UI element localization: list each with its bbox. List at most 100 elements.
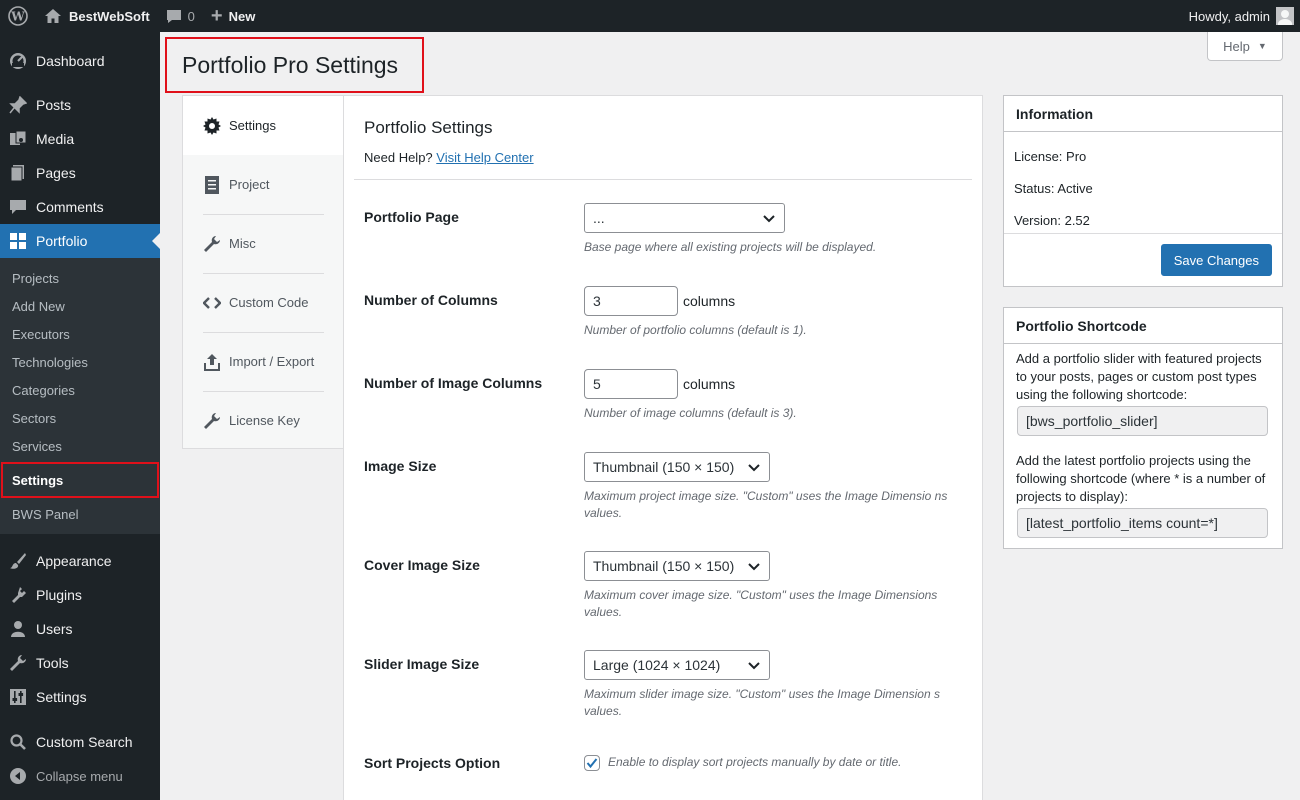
- box-heading: Portfolio Shortcode: [1004, 308, 1282, 344]
- wrench-icon: [203, 235, 221, 253]
- select-value: ...: [593, 210, 605, 226]
- svg-text:W: W: [10, 10, 25, 24]
- site-name-link[interactable]: BestWebSoft: [36, 0, 158, 32]
- wrench-icon: [203, 412, 221, 430]
- submenu-projects[interactable]: Projects: [0, 264, 160, 292]
- tab-import-export[interactable]: Import / Export: [183, 332, 344, 391]
- portfolio-submenu: Projects Add New Executors Technologies …: [0, 258, 160, 534]
- field-description: Maximum slider image size. "Custom" uses…: [584, 687, 940, 718]
- submenu-add-new[interactable]: Add New: [0, 292, 160, 320]
- field-description: Maximum cover image size. "Custom" uses …: [584, 588, 938, 619]
- account-menu[interactable]: Howdy, admin: [1181, 0, 1300, 32]
- menu-appearance[interactable]: Appearance: [0, 544, 160, 578]
- version-line: Version: 2.52: [1014, 212, 1090, 228]
- new-content-link[interactable]: + New: [203, 0, 263, 32]
- menu-users[interactable]: Users: [0, 612, 160, 646]
- field-description: Number of image columns (default is 3).: [584, 406, 797, 420]
- image-columns-input[interactable]: 5: [584, 369, 678, 399]
- save-changes-button[interactable]: Save Changes: [1160, 244, 1272, 276]
- select-value: Large (1024 × 1024): [593, 657, 721, 673]
- submenu-sectors[interactable]: Sectors: [0, 404, 160, 432]
- collapse-menu[interactable]: Collapse menu: [0, 759, 160, 793]
- admin-sidebar: Dashboard Posts Media Pages Comments Por…: [0, 32, 160, 800]
- menu-tools[interactable]: Tools: [0, 646, 160, 680]
- tab-settings[interactable]: Settings: [183, 96, 345, 155]
- tab-misc[interactable]: Misc: [183, 214, 344, 273]
- media-icon: [8, 129, 28, 149]
- plus-icon: +: [210, 5, 223, 27]
- cover-size-select[interactable]: Thumbnail (150 × 150): [584, 551, 770, 581]
- menu-posts[interactable]: Posts: [0, 88, 160, 122]
- help-center-link[interactable]: Visit Help Center: [436, 150, 533, 165]
- sort-projects-checkbox[interactable]: [584, 754, 600, 771]
- field-label: Cover Image Size: [364, 557, 480, 573]
- tab-project[interactable]: Project: [183, 155, 344, 214]
- columns-input[interactable]: 3: [584, 286, 678, 316]
- submenu-categories[interactable]: Categories: [0, 376, 160, 404]
- wordpress-logo-icon[interactable]: W: [0, 0, 36, 32]
- comment-icon: [8, 197, 28, 217]
- settings-tabs: Settings Project Misc Custom Code Import…: [182, 95, 345, 450]
- tab-license-key[interactable]: License Key: [183, 391, 344, 450]
- settings-panel: Portfolio Settings Need Help? Visit Help…: [343, 95, 983, 800]
- gear-icon: [203, 116, 221, 135]
- menu-plugins[interactable]: Plugins: [0, 578, 160, 612]
- brush-icon: [8, 551, 28, 571]
- menu-settings[interactable]: Settings: [0, 680, 160, 714]
- field-description: Number of portfolio columns (default is …: [584, 323, 807, 337]
- caret-down-icon: ▼: [1257, 41, 1267, 51]
- menu-label: Users: [36, 621, 73, 637]
- help-button[interactable]: Help ▼: [1207, 32, 1283, 61]
- wrench-icon: [8, 653, 28, 673]
- slider-shortcode-field[interactable]: [bws_portfolio_slider]: [1017, 406, 1268, 436]
- slider-size-select[interactable]: Large (1024 × 1024): [584, 650, 770, 680]
- submenu-services[interactable]: Services: [0, 432, 160, 460]
- menu-pages[interactable]: Pages: [0, 156, 160, 190]
- submenu-executors[interactable]: Executors: [0, 320, 160, 348]
- box-heading: Information: [1004, 96, 1282, 132]
- menu-portfolio[interactable]: Portfolio: [0, 224, 160, 258]
- new-label: New: [228, 8, 256, 24]
- field-label: Number of Columns: [364, 292, 498, 308]
- submenu-bws-panel[interactable]: BWS Panel: [0, 500, 160, 528]
- portfolio-page-select[interactable]: ...: [584, 203, 785, 233]
- menu-label: Portfolio: [36, 233, 88, 249]
- comments-link[interactable]: 0: [158, 0, 203, 32]
- tab-label: Settings: [229, 118, 276, 133]
- menu-label: Plugins: [36, 587, 82, 603]
- menu-media[interactable]: Media: [0, 122, 160, 156]
- pages-icon: [8, 163, 28, 183]
- page-title-box: Portfolio Pro Settings: [165, 37, 424, 93]
- document-icon: [203, 175, 221, 194]
- field-label: Sort Projects Option: [364, 755, 501, 771]
- menu-dashboard[interactable]: Dashboard: [0, 44, 160, 78]
- admin-bar: W BestWebSoft 0 + New Howdy, admin: [0, 0, 1300, 32]
- dashboard-icon: [8, 51, 28, 71]
- menu-label: Settings: [36, 689, 87, 705]
- tab-label: Misc: [229, 236, 256, 251]
- pin-icon: [8, 95, 28, 115]
- field-label: Portfolio Page: [364, 209, 459, 225]
- submenu-settings[interactable]: Settings: [1, 462, 159, 498]
- sliders-icon: [8, 687, 28, 707]
- menu-label: Media: [36, 131, 75, 147]
- shortcode-box: Portfolio Shortcode Add a portfolio slid…: [1003, 307, 1283, 549]
- status-line: Status: Active: [1014, 180, 1093, 196]
- image-size-select[interactable]: Thumbnail (150 × 150): [584, 452, 770, 482]
- submenu-technologies[interactable]: Technologies: [0, 348, 160, 376]
- home-icon: [45, 9, 61, 23]
- menu-label: Tools: [36, 655, 69, 671]
- shortcode-description: Add the latest portfolio projects using …: [1016, 453, 1266, 504]
- search-icon: [8, 732, 28, 752]
- license-line: License: Pro: [1014, 148, 1087, 164]
- tab-label: License Key: [229, 413, 300, 428]
- menu-custom-search[interactable]: Custom Search: [0, 725, 160, 759]
- menu-comments[interactable]: Comments: [0, 190, 160, 224]
- tab-custom-code[interactable]: Custom Code: [183, 273, 344, 332]
- latest-items-shortcode-field[interactable]: [latest_portfolio_items count=*]: [1017, 508, 1268, 538]
- field-description: Maximum project image size. "Custom" use…: [584, 489, 948, 520]
- howdy-text: Howdy, admin: [1188, 8, 1270, 24]
- chevron-down-icon: [748, 563, 760, 571]
- code-icon: [203, 294, 221, 312]
- menu-label: Comments: [36, 199, 104, 215]
